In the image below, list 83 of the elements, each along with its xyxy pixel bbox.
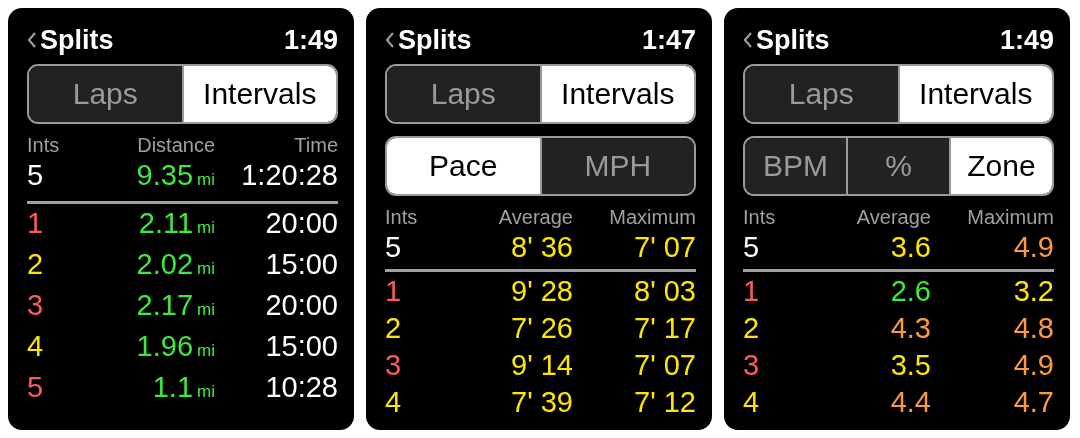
table-cell: 2.11 [138,207,194,239]
chevron-left-icon[interactable] [743,32,752,48]
screen-title: Splits [398,24,472,56]
table-cell: 7' 07 [634,349,696,381]
table-cell: 7' 17 [634,312,696,344]
table-cell: 7' 39 [511,386,573,418]
unit-label: mi [197,259,215,278]
table-cell: 3.5 [890,349,931,381]
table-cell: 4.3 [890,312,931,344]
table-cell: 20:00 [265,289,338,321]
column-header: Ints [27,134,61,157]
table-cell: 3 [743,349,760,381]
table-cell: 7' 26 [511,312,573,344]
table-cell: 4.9 [1013,349,1054,381]
clock-time: 1:47 [641,24,696,56]
column-header: Time [293,134,338,157]
table-cell: 2 [743,312,760,344]
clock-time: 1:49 [283,24,338,56]
column-header: Maximum [608,206,696,229]
table-cell: 4 [27,330,44,362]
table-cell: 9' 28 [511,275,573,307]
segment-tab[interactable]: Laps [745,66,898,122]
table-cell: 2.17 [136,289,194,321]
table-cell: 5 [27,371,44,403]
table-cell: 4 [385,386,402,418]
table-cell: 1:20:28 [241,159,338,191]
unit-label: mi [197,382,215,401]
segment-tab[interactable]: Intervals [181,66,336,122]
table-cell: 3 [27,289,44,321]
screen-title: Splits [756,24,830,56]
column-header: Maximum [966,206,1054,229]
table-cell: 1 [385,275,402,307]
segment-tab[interactable]: MPH [539,138,694,194]
table-cell: 4.4 [890,386,931,418]
column-header: Average [497,206,573,229]
column-header: Distance [136,134,215,157]
table-cell: 4 [743,386,760,418]
table-cell: 8' 36 [511,231,573,263]
chevron-left-icon[interactable] [385,32,394,48]
table-cell: 2 [385,312,402,344]
table-cell: 2 [27,248,44,280]
table-cell: 9' 14 [511,349,573,381]
table-cell: 15:00 [265,248,338,280]
table-cell: 7' 07 [634,231,696,263]
table-cell: 1.1 [152,371,194,403]
unit-label: mi [197,341,215,360]
table-cell: 3.2 [1013,275,1054,307]
table-cell: 10:28 [265,371,338,403]
table-cell: 1 [27,207,44,239]
column-header: Average [855,206,931,229]
unit-label: mi [197,170,215,189]
unit-label: mi [197,300,215,319]
segment-tab[interactable]: Laps [387,66,540,122]
table-cell: 5 [27,159,44,191]
segment-tab[interactable]: BPM [745,138,846,194]
screen-title: Splits [40,24,114,56]
table-cell: 2.6 [890,275,931,307]
table-cell: 9.35 [136,159,194,191]
segment-tab[interactable]: Laps [29,66,182,122]
table-cell: 8' 03 [634,275,696,307]
table-cell: 1.96 [136,330,194,362]
table-cell: 4.7 [1013,386,1054,418]
table-cell: 5 [385,231,402,263]
segment-tab[interactable]: Pace [387,138,540,194]
chevron-left-icon[interactable] [27,32,36,48]
segment-tab[interactable]: Intervals [539,66,694,122]
segment-tab[interactable]: % [846,138,949,194]
table-cell: 5 [743,231,760,263]
table-cell: 1 [743,275,760,307]
segment-tab[interactable]: Intervals [897,66,1052,122]
clock-time: 1:49 [999,24,1054,56]
table-cell: 2.02 [136,248,194,280]
column-header: Ints [385,206,419,229]
table-cell: 15:00 [265,330,338,362]
table-cell: 3 [385,349,402,381]
column-header: Ints [743,206,777,229]
table-cell: 4.9 [1013,231,1054,263]
table-cell: 7' 12 [634,386,696,418]
table-cell: 4.8 [1013,312,1054,344]
table-cell: 20:00 [265,207,338,239]
segment-tab[interactable]: Zone [949,138,1052,194]
unit-label: mi [197,218,215,237]
table-cell: 3.6 [890,231,931,263]
